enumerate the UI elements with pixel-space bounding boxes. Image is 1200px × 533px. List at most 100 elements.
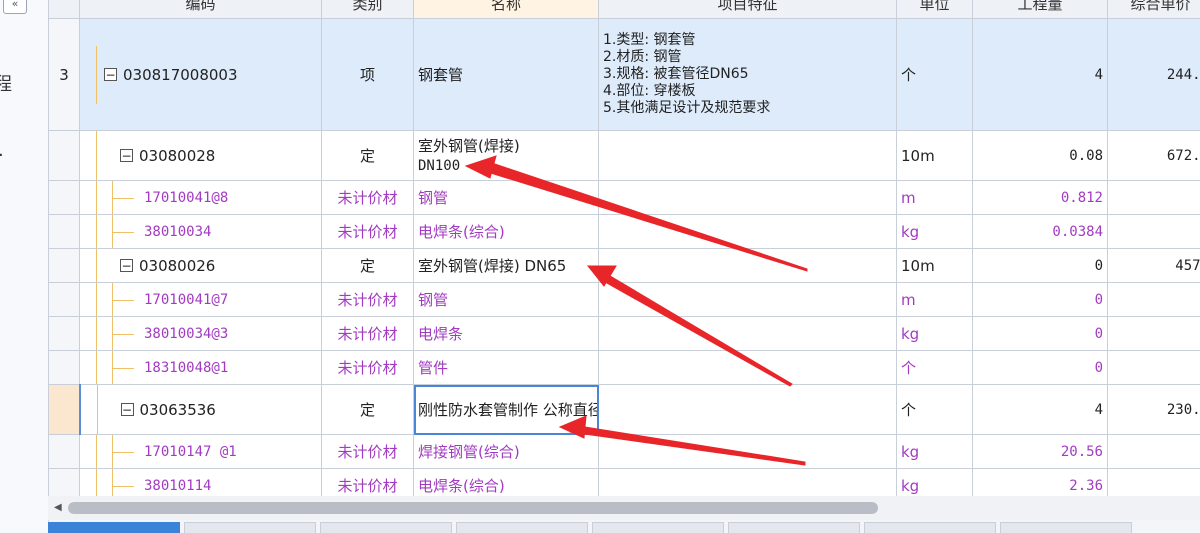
name-cell[interactable]: 钢套管 [414,19,599,131]
table-row[interactable]: 38010034@3未计价材电焊条 kg0 [49,317,1200,351]
row-number-cell[interactable] [49,181,80,215]
row-number-cell[interactable] [49,283,80,317]
code-cell[interactable]: 17010041@7 [80,283,322,317]
quantity-cell[interactable]: 20.56 [973,435,1108,469]
unit-cell[interactable]: m [897,283,973,317]
code-cell[interactable]: 17010147 @1 [80,435,322,469]
scrollbar-thumb[interactable] [68,502,878,514]
unit-price-cell[interactable] [1108,469,1200,497]
header-type[interactable]: 类别 [322,0,414,19]
code-cell[interactable]: 38010114 [80,469,322,497]
table-row[interactable]: 17010147 @1未计价材焊接钢管(综合) kg20.56 [49,435,1200,469]
table-row[interactable]: 18310048@1未计价材管件 个0 [49,351,1200,385]
table-row[interactable]: −03063536定刚性防水套管制作 公称直径 100mm以内个4230.7 [49,385,1200,435]
bottom-tab[interactable] [592,522,724,533]
code-cell[interactable]: −030817008003 [80,19,322,131]
row-number-cell[interactable] [49,435,80,469]
features-cell[interactable] [599,317,897,351]
unit-cell[interactable]: 个 [897,385,973,435]
features-cell[interactable]: 1.类型: 钢套管2.材质: 钢管3.规格: 被套管径DN654.部位: 穿楼板… [599,19,897,131]
bottom-tab[interactable] [184,522,316,533]
header-name[interactable]: 名称 [414,0,599,19]
features-cell[interactable] [599,249,897,283]
header-features[interactable]: 项目特征 [599,0,897,19]
header-code[interactable]: 编码 [80,0,322,19]
quantity-cell[interactable]: 0.08 [973,131,1108,181]
collapse-node-icon[interactable]: − [121,403,134,416]
name-cell[interactable]: 电焊条 [414,317,599,351]
type-cell[interactable]: 未计价材 [322,435,414,469]
features-cell[interactable] [599,131,897,181]
unit-cell[interactable]: 个 [897,351,973,385]
name-cell[interactable]: 钢管 [414,181,599,215]
quantity-cell[interactable]: 0 [973,249,1108,283]
name-cell[interactable]: 焊接钢管(综合) [414,435,599,469]
row-number-cell[interactable] [49,131,80,181]
bottom-tab[interactable] [864,522,996,533]
row-number-cell[interactable] [49,249,80,283]
unit-price-cell[interactable]: 457. [1108,249,1200,283]
unit-price-cell[interactable] [1108,283,1200,317]
type-cell[interactable]: 未计价材 [322,215,414,249]
type-cell[interactable]: 未计价材 [322,181,414,215]
code-cell[interactable]: 38010034@3 [80,317,322,351]
quantity-cell[interactable]: 4 [973,385,1108,435]
header-unit[interactable]: 单位 [897,0,973,19]
type-cell[interactable]: 定 [322,249,414,283]
row-number-cell[interactable]: 3 [49,19,80,131]
table-row[interactable]: −03080028定室外钢管(焊接)DN10010m0.08672.1 [49,131,1200,181]
features-cell[interactable] [599,181,897,215]
unit-cell[interactable]: kg [897,435,973,469]
type-cell[interactable]: 项 [322,19,414,131]
type-cell[interactable]: 未计价材 [322,317,414,351]
unit-cell[interactable]: m [897,181,973,215]
unit-cell[interactable]: kg [897,469,973,497]
unit-cell[interactable]: kg [897,215,973,249]
unit-price-cell[interactable] [1108,215,1200,249]
bottom-tab[interactable] [728,522,860,533]
quantity-cell[interactable]: 0 [973,351,1108,385]
bottom-tab[interactable] [48,522,180,533]
name-cell[interactable]: 管件 [414,351,599,385]
row-number-cell[interactable] [49,215,80,249]
type-cell[interactable]: 未计价材 [322,469,414,497]
row-number-cell[interactable] [49,351,80,385]
code-cell[interactable]: −03063536 [80,385,322,435]
quantity-cell[interactable]: 0 [973,283,1108,317]
quantity-cell[interactable]: 4 [973,19,1108,131]
unit-price-cell[interactable] [1108,351,1200,385]
name-cell[interactable]: 刚性防水套管制作 公称直径 100mm以内 [414,385,599,435]
name-cell[interactable]: 电焊条(综合) [414,215,599,249]
code-cell[interactable]: −03080026 [80,249,322,283]
code-cell[interactable]: 18310048@1 [80,351,322,385]
scroll-left-icon[interactable]: ◀ [54,502,62,513]
type-cell[interactable]: 定 [322,131,414,181]
name-cell[interactable]: 室外钢管(焊接)DN100 [414,131,599,181]
collapse-node-icon[interactable]: − [120,259,133,272]
row-number-cell[interactable] [49,469,80,497]
header-quantity[interactable]: 工程量 [973,0,1108,19]
unit-price-cell[interactable]: 230.7 [1108,385,1200,435]
horizontal-scrollbar[interactable]: ◀ [48,496,1200,520]
unit-price-cell[interactable]: 244.1 [1108,19,1200,131]
features-cell[interactable] [599,385,897,435]
table-row[interactable]: 17010041@7未计价材钢管m0 [49,283,1200,317]
unit-cell[interactable]: kg [897,317,973,351]
code-cell[interactable]: −03080028 [80,131,322,181]
features-cell[interactable] [599,435,897,469]
bottom-tab[interactable] [1000,522,1132,533]
table-row[interactable]: 38010034未计价材电焊条(综合)kg0.0384 [49,215,1200,249]
row-number-cell[interactable] [49,385,80,435]
quantity-cell[interactable]: 0 [973,317,1108,351]
name-cell[interactable]: 室外钢管(焊接) DN65 [414,249,599,283]
bottom-tab[interactable] [456,522,588,533]
table-row[interactable]: 17010041@8未计价材钢管 m0.812 [49,181,1200,215]
collapse-node-icon[interactable]: − [120,149,133,162]
type-cell[interactable]: 未计价材 [322,351,414,385]
collapse-node-icon[interactable]: − [104,68,117,81]
features-cell[interactable] [599,283,897,317]
code-cell[interactable]: 17010041@8 [80,181,322,215]
quantity-cell[interactable]: 0.812 [973,181,1108,215]
table-row[interactable]: −03080026定室外钢管(焊接) DN6510m0457. [49,249,1200,283]
unit-price-cell[interactable] [1108,435,1200,469]
